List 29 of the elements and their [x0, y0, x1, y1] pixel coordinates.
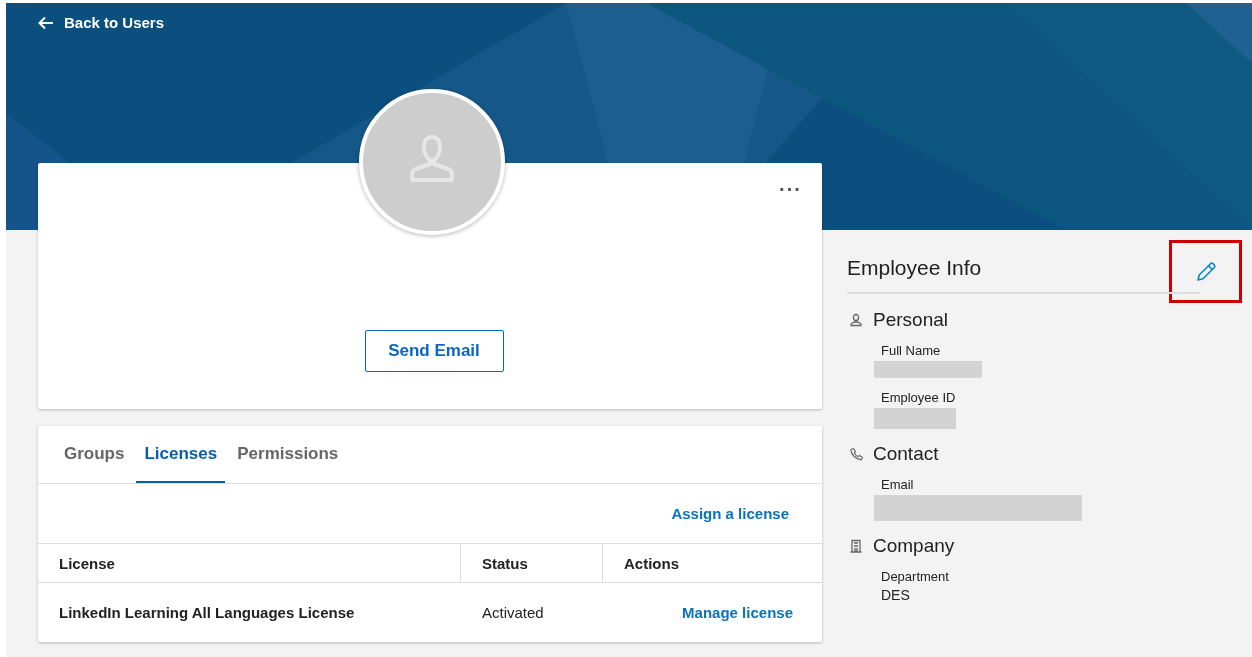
- field-label: Full Name: [881, 343, 941, 358]
- tab[interactable]: Groups: [56, 426, 133, 483]
- building-icon: [849, 539, 863, 553]
- tab[interactable]: Licenses: [136, 426, 226, 483]
- section-title: Company: [873, 535, 955, 557]
- column-header: License: [38, 544, 461, 582]
- assign-license-link[interactable]: Assign a license: [671, 505, 789, 522]
- column-header: Status: [461, 544, 603, 582]
- back-link[interactable]: Back to Users: [38, 14, 165, 31]
- field-label: Department: [881, 569, 949, 584]
- more-options-button[interactable]: ···: [779, 177, 802, 201]
- field-label: Employee ID: [881, 390, 956, 405]
- edit-button[interactable]: [1169, 240, 1242, 303]
- panel-title: Employee Info: [847, 255, 982, 280]
- edit-icon: [1194, 260, 1217, 283]
- phone-icon: [849, 447, 863, 461]
- section-title: Personal: [873, 309, 948, 331]
- field-label: Email: [881, 477, 914, 492]
- send-email-button[interactable]: Send Email: [364, 330, 504, 372]
- column-header: Actions: [623, 553, 680, 574]
- back-arrow-icon: [38, 15, 54, 30]
- table-cell-text: LinkedIn Learning All Languages License: [58, 602, 356, 623]
- back-link-label: Back to Users: [64, 14, 165, 31]
- field-value: DES: [881, 587, 910, 603]
- manage-license-link[interactable]: Manage license: [682, 603, 793, 621]
- section-title: Contact: [873, 443, 939, 465]
- person-icon: [849, 313, 863, 327]
- table-cell-text: Activated: [481, 602, 545, 623]
- tab[interactable]: Permissions: [229, 426, 347, 483]
